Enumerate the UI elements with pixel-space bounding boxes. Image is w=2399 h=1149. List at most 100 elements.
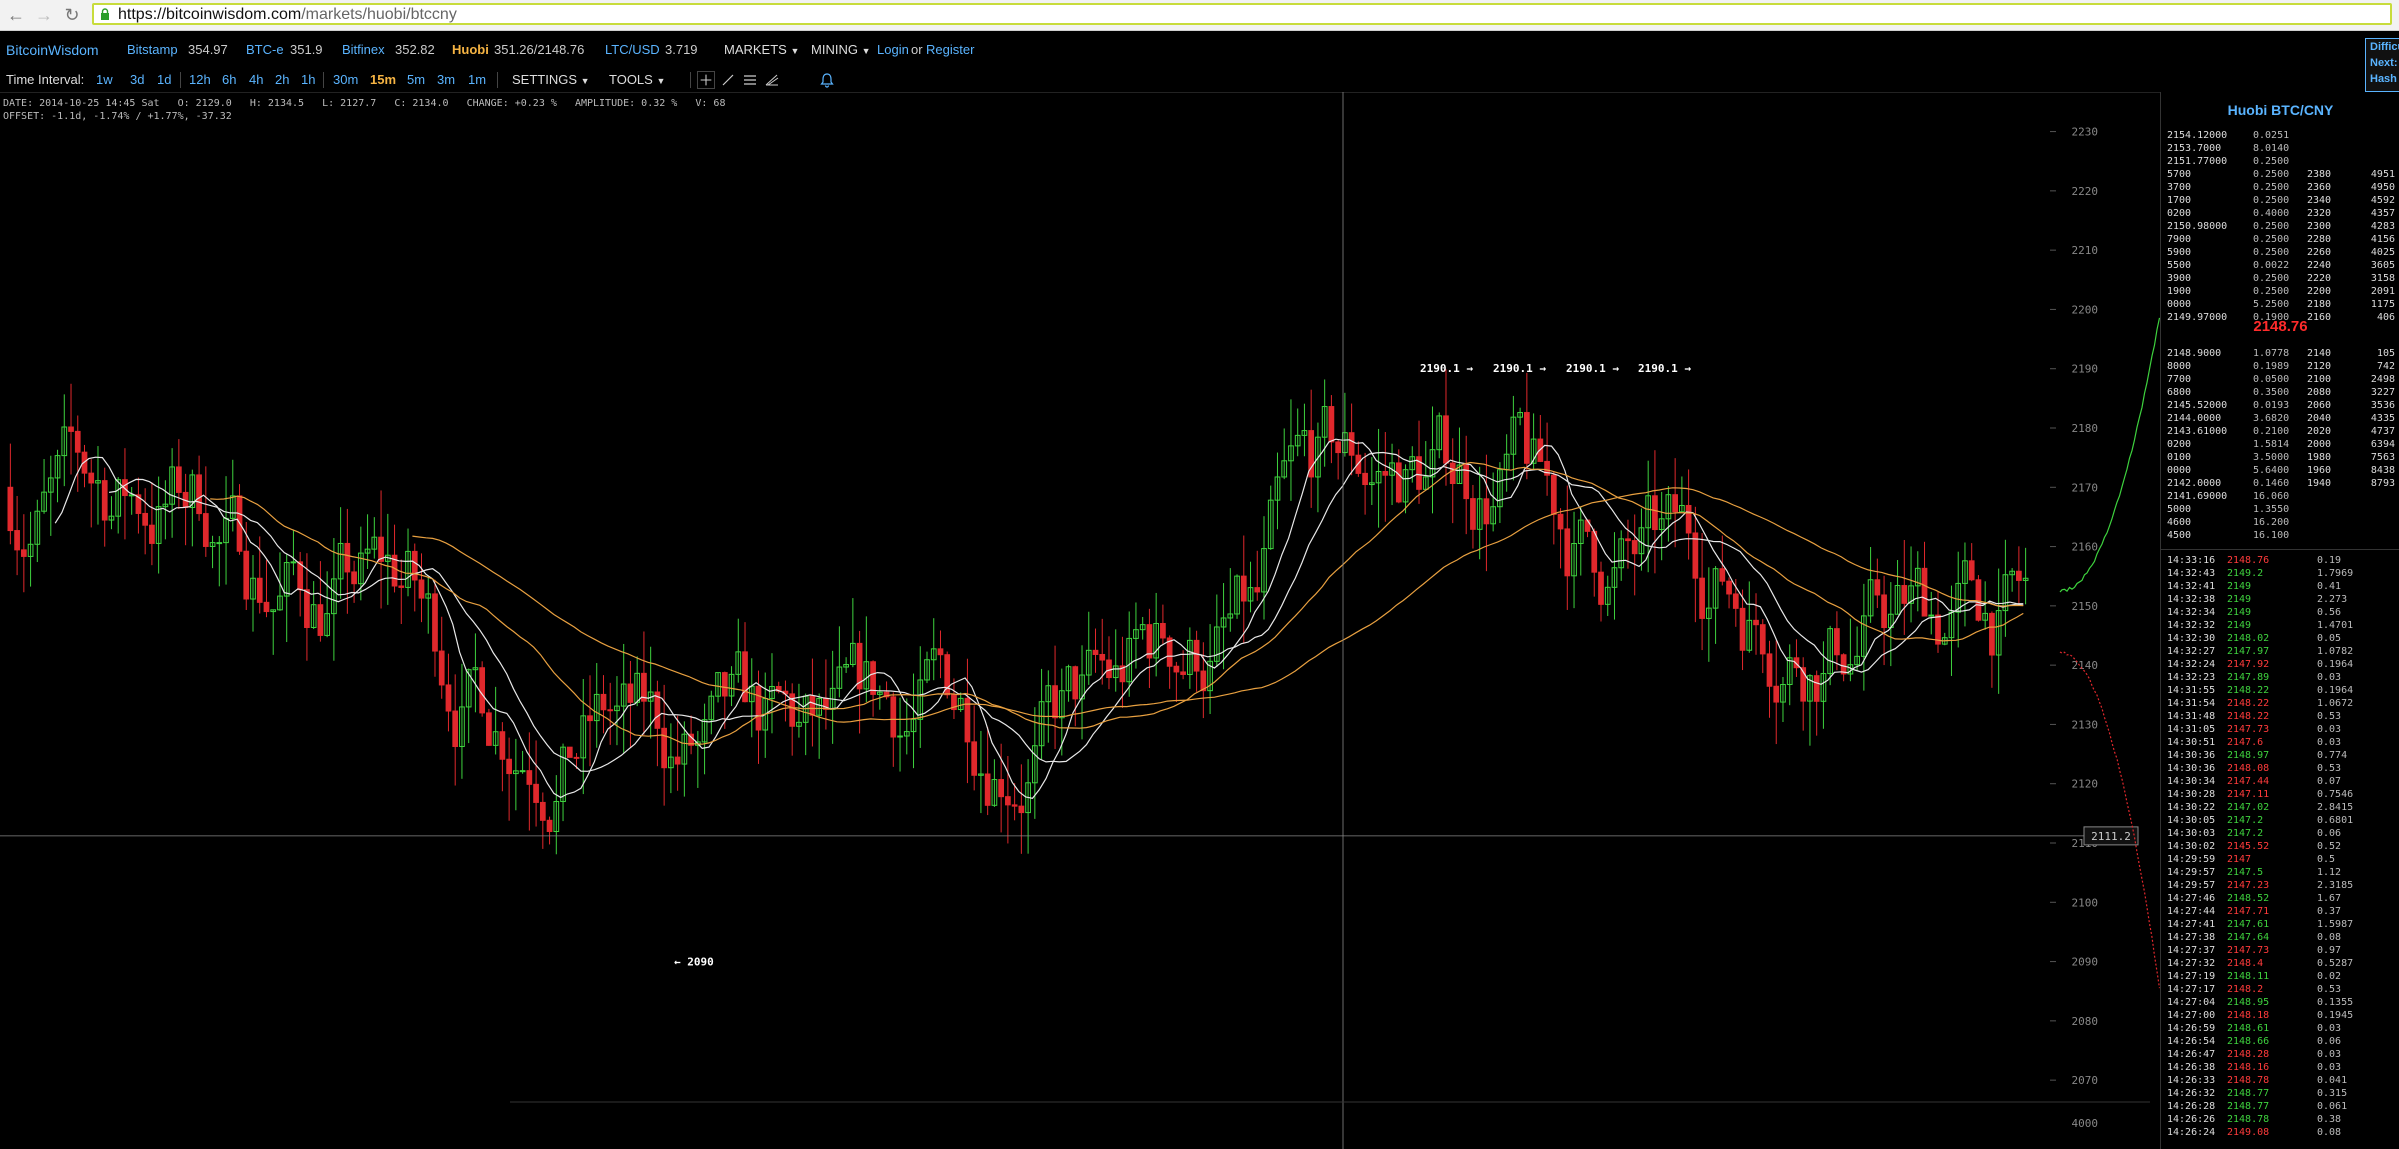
ask-cell: 3900 xyxy=(2167,273,2192,284)
bell-icon[interactable] xyxy=(818,71,836,89)
ask-cell: 0.2500 xyxy=(2253,156,2290,167)
trade-amount: 0.03 xyxy=(2317,724,2342,735)
bid-cell: 5000 xyxy=(2167,504,2192,515)
ask-cell: 5700 xyxy=(2167,169,2192,180)
address-bar[interactable]: https://bitcoinwisdom.com/markets/huobi/… xyxy=(92,3,2392,25)
interval-3d[interactable]: 3d xyxy=(130,72,144,87)
trade-price: 2147.61 xyxy=(2227,919,2270,930)
trade-time: 14:27:00 xyxy=(2167,1010,2216,1021)
candle-body xyxy=(661,727,667,769)
exchange-ltcusd[interactable]: LTC/USD xyxy=(605,42,660,57)
trade-amount: 0.53 xyxy=(2317,984,2342,995)
y-tick-label: 2200 xyxy=(2072,303,2099,316)
exchange-bitstamp[interactable]: Bitstamp xyxy=(127,42,178,57)
interval-30m[interactable]: 30m xyxy=(333,72,358,87)
trade-price: 2148.02 xyxy=(2227,633,2270,644)
trade-amount: 0.06 xyxy=(2317,828,2342,839)
tools-label: TOOLS xyxy=(609,72,653,87)
candle-body xyxy=(1719,568,1726,582)
trade-time: 14:27:37 xyxy=(2167,945,2216,956)
interval-1m[interactable]: 1m xyxy=(468,72,486,87)
interval-1d[interactable]: 1d xyxy=(157,72,171,87)
trade-time: 14:32:38 xyxy=(2167,594,2216,605)
candle-body xyxy=(890,696,897,738)
bid-cell: 2148.9000 xyxy=(2167,348,2222,359)
exchange-btce[interactable]: BTC-e xyxy=(246,42,284,57)
price-chart[interactable]: 2230 2220 2210 2200 2190 2180 2170 2160 2150 2140… xyxy=(0,92,2160,1149)
hline-tool-icon[interactable] xyxy=(741,71,759,89)
login-link[interactable]: Login xyxy=(877,42,909,57)
candle-body xyxy=(1362,472,1368,486)
interval-6h[interactable]: 6h xyxy=(222,72,236,87)
ask-cell: 7900 xyxy=(2167,234,2192,245)
interval-3m[interactable]: 3m xyxy=(437,72,455,87)
tools-menu[interactable]: TOOLS ▼ xyxy=(609,72,665,87)
fib-tool-icon[interactable] xyxy=(763,71,781,89)
candle-body xyxy=(317,604,324,636)
y-tick-label: 2230 xyxy=(2072,126,2099,139)
interval-5m[interactable]: 5m xyxy=(407,72,425,87)
bid-cell: 3227 xyxy=(2370,387,2395,398)
candle-body xyxy=(937,648,944,656)
trade-amount: 1.0782 xyxy=(2317,646,2354,657)
candle-body xyxy=(1584,519,1591,532)
settings-menu[interactable]: SETTINGS ▼ xyxy=(512,72,590,87)
candle-body xyxy=(263,601,270,613)
interval-1h[interactable]: 1h xyxy=(301,72,315,87)
brand-logo[interactable]: BitcoinWisdom xyxy=(6,42,99,58)
depth-ask-line xyxy=(2059,651,2160,989)
candle-body xyxy=(14,530,20,551)
candle-body xyxy=(142,512,149,526)
ask-cell: 4357 xyxy=(2370,208,2395,219)
back-icon[interactable]: ← xyxy=(6,5,26,25)
ask-cell: 2240 xyxy=(2307,260,2332,271)
ask-cell: 2180 xyxy=(2307,299,2332,310)
bid-cell: 2060 xyxy=(2307,400,2332,411)
ask-cell: 0.2500 xyxy=(2253,234,2290,245)
crosshair-icon[interactable] xyxy=(697,71,715,89)
trade-amount: 0.03 xyxy=(2317,1023,2342,1034)
divider xyxy=(323,72,324,88)
bid-cell: 105 xyxy=(2376,348,2395,359)
candle-body xyxy=(304,589,310,628)
y-tick-label: 2080 xyxy=(2072,1015,2099,1028)
trade-amount: 1.4701 xyxy=(2317,620,2354,631)
trade-amount: 2.273 xyxy=(2317,594,2348,605)
bid-cell: 2100 xyxy=(2307,374,2332,385)
trade-price: 2148.2 xyxy=(2227,984,2264,995)
interval-4h[interactable]: 4h xyxy=(249,72,263,87)
interval-12h[interactable]: 12h xyxy=(189,72,211,87)
interval-2h[interactable]: 2h xyxy=(275,72,289,87)
bid-cell: 3.5000 xyxy=(2253,452,2290,463)
trade-time: 14:33:16 xyxy=(2167,555,2216,566)
ask-cell: 4156 xyxy=(2370,234,2395,245)
candle-body xyxy=(499,731,506,760)
candle-body xyxy=(742,651,748,703)
trade-amount: 0.315 xyxy=(2317,1088,2348,1099)
exchange-huobi[interactable]: Huobi xyxy=(452,42,489,57)
trade-amount: 0.08 xyxy=(2317,932,2342,943)
candle-body xyxy=(587,715,593,722)
candle-body xyxy=(1921,567,1928,617)
interval-1w[interactable]: 1w xyxy=(96,72,113,87)
line-tool-icon[interactable] xyxy=(719,71,737,89)
mining-menu[interactable]: MINING ▼ xyxy=(811,42,871,57)
trade-time: 14:32:34 xyxy=(2167,607,2216,618)
markets-menu[interactable]: MARKETS ▼ xyxy=(724,42,799,57)
trade-amount: 2.3185 xyxy=(2317,880,2354,891)
bid-cell: 1.3550 xyxy=(2253,504,2290,515)
settings-label: SETTINGS xyxy=(512,72,578,87)
bid-cell: 1.5814 xyxy=(2253,439,2290,450)
exchange-bitfinex[interactable]: Bitfinex xyxy=(342,42,385,57)
forward-icon[interactable]: → xyxy=(34,5,54,25)
candle-body xyxy=(1146,624,1153,659)
divider xyxy=(690,72,691,88)
interval-15m[interactable]: 15m xyxy=(370,72,396,87)
candle-body xyxy=(1699,577,1705,619)
url-text: https://bitcoinwisdom.com/markets/huobi/… xyxy=(118,6,457,23)
candle-body xyxy=(1840,654,1847,675)
price-annotation: 2190.1 → xyxy=(1638,362,1691,375)
register-link[interactable]: Register xyxy=(926,42,974,57)
candle-body xyxy=(7,486,14,532)
reload-icon[interactable]: ↻ xyxy=(62,5,82,25)
